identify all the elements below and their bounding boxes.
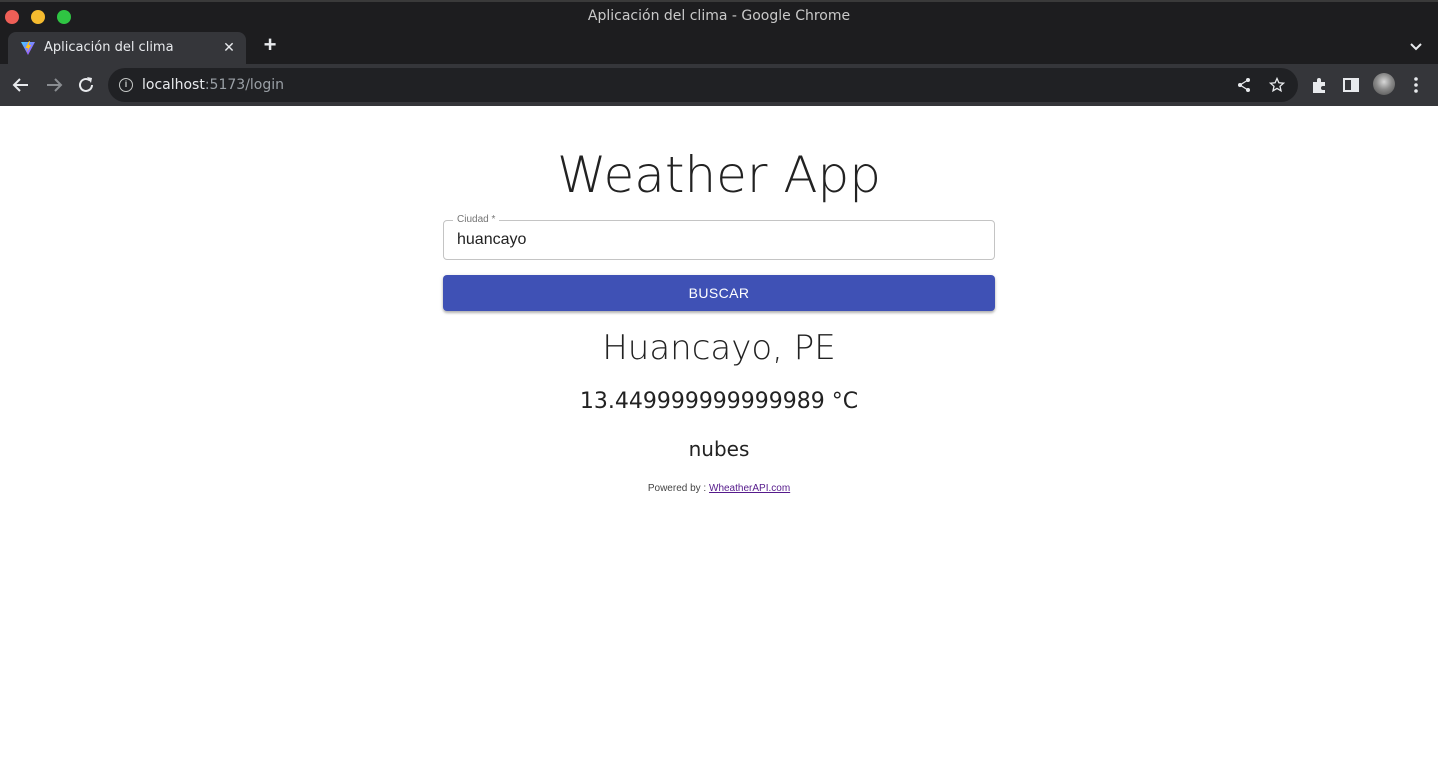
page-viewport: Weather App Ciudad * BUSCAR Huancayo, PE…: [0, 106, 1438, 770]
tab-title: Aplicación del clima: [44, 40, 174, 55]
tab-close-icon[interactable]: ✕: [220, 38, 238, 56]
new-tab-button[interactable]: +: [258, 34, 282, 58]
tab-aplicacion-del-clima[interactable]: Aplicación del clima ✕: [8, 32, 246, 64]
tab-strip: Aplicación del clima ✕ +: [0, 30, 1438, 64]
weather-api-link[interactable]: WheatherAPI.com: [709, 483, 790, 494]
result-temperature: 13.449999999999989 °C: [579, 389, 859, 414]
side-panel-icon[interactable]: [1340, 74, 1362, 96]
result-description: nubes: [688, 437, 750, 461]
share-icon[interactable]: [1236, 77, 1252, 93]
page-title: Weather App: [556, 146, 882, 204]
powered-by-footer: Powered by : WheatherAPI.com: [0, 483, 1438, 494]
profile-avatar[interactable]: [1373, 73, 1395, 95]
back-arrow-icon[interactable]: [10, 74, 32, 96]
vite-favicon-icon: [21, 41, 35, 55]
reload-icon[interactable]: [75, 74, 97, 96]
window-title-bar: Aplicación del clima - Google Chrome: [0, 0, 1438, 30]
kebab-menu-icon[interactable]: [1405, 74, 1427, 96]
bookmark-star-icon[interactable]: [1269, 77, 1285, 93]
city-field[interactable]: Ciudad *: [443, 214, 995, 260]
url-host: localhost: [142, 77, 205, 93]
extensions-icon[interactable]: [1309, 74, 1331, 96]
result-location: Huancayo, PE: [602, 328, 836, 368]
search-button[interactable]: BUSCAR: [443, 275, 995, 311]
tab-search-chevron-icon[interactable]: [1408, 38, 1424, 54]
city-input[interactable]: [445, 222, 993, 258]
forward-arrow-icon[interactable]: [43, 74, 65, 96]
site-info-icon[interactable]: i: [119, 78, 133, 92]
window-title: Aplicación del clima - Google Chrome: [587, 8, 851, 24]
url-text[interactable]: localhost:5173/login: [142, 77, 284, 93]
browser-toolbar: i localhost:5173/login: [0, 64, 1438, 106]
powered-by-label: Powered by :: [647, 483, 709, 494]
address-bar[interactable]: i localhost:5173/login: [108, 68, 1298, 102]
url-path: :5173/login: [204, 77, 285, 93]
